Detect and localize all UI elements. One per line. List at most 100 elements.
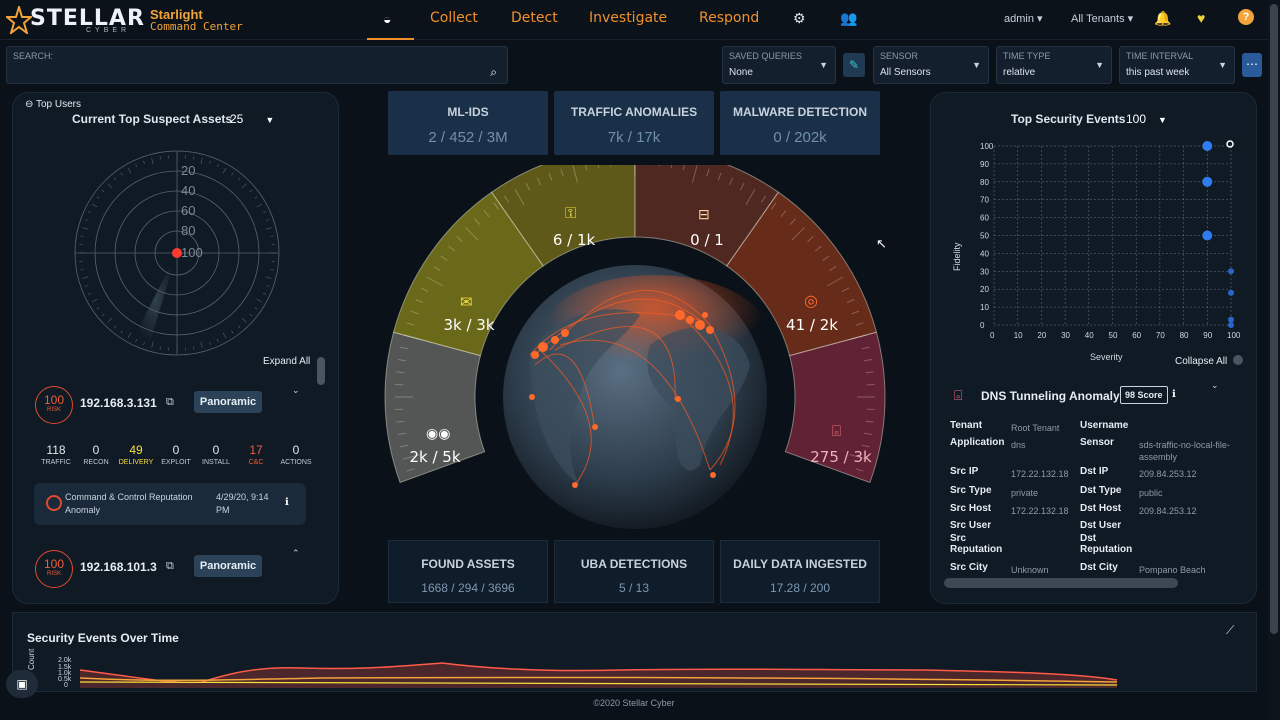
y-tick: 0	[64, 682, 68, 689]
detail-value: 209.84.253.12	[1139, 469, 1197, 479]
dashboard-nav[interactable]: ◒	[367, 0, 414, 40]
found-assets-card[interactable]: FOUND ASSETS 1668 / 294 / 3696	[388, 540, 548, 603]
detail-value: Pompano Beach	[1139, 565, 1206, 575]
stat-label: ACTIONS	[280, 459, 312, 466]
uba-detections-card[interactable]: UBA DETECTIONS 5 / 13	[554, 540, 714, 603]
scatter-point[interactable]	[1202, 176, 1213, 187]
radar-tick	[266, 285, 270, 287]
kill-chain-stat-recon[interactable]: 0 RECON	[76, 443, 116, 466]
count-select[interactable]: 100 ▼	[1126, 112, 1167, 126]
search-icon[interactable]: ⌕	[490, 65, 497, 80]
malware-detection-card[interactable]: MALWARE DETECTION 0 / 202k	[720, 91, 880, 155]
radar-tick	[241, 317, 247, 323]
stat-label: EXPLOIT	[161, 459, 191, 466]
horizontal-scrollbar[interactable]	[944, 578, 1178, 588]
kill-chain-stat-traffic[interactable]: 118 TRAFFIC	[36, 443, 76, 466]
info-icon[interactable]: ℹ	[1172, 389, 1176, 400]
kill-chain-stat-delivery[interactable]: 49 DELIVERY	[116, 443, 156, 466]
y-tick-label: 60	[980, 214, 989, 223]
scatter-point[interactable]	[1202, 141, 1213, 151]
radar-tick	[237, 177, 241, 181]
radar-tick	[209, 160, 211, 164]
radar-tick	[107, 317, 113, 323]
panoramic-button[interactable]: Panoramic	[194, 391, 262, 413]
y-axis-label: Fidelity	[952, 242, 962, 271]
detail-key: Dst IP	[1080, 466, 1109, 477]
time-type-label: TIME TYPE	[1003, 51, 1051, 61]
mouse-cursor: ↖	[876, 236, 887, 251]
y-tick-label: 10	[980, 303, 989, 312]
x-tick-label: 10	[1014, 331, 1023, 340]
kill-chain-stat-install[interactable]: 0 INSTALL	[196, 443, 236, 466]
radar-tick	[88, 211, 92, 214]
count-select[interactable]: 25 ▼	[230, 112, 274, 126]
y-axis-label: Count	[27, 648, 36, 670]
expand-all-link[interactable]: Expand All	[263, 356, 310, 367]
panel-scroll-handle[interactable]	[1233, 355, 1243, 365]
daily-data-ingested-card[interactable]: DAILY DATA INGESTED 17.28 / 200	[720, 540, 880, 603]
health-heart-icon[interactable]: ♥	[1197, 10, 1205, 26]
radar-tick	[107, 183, 113, 189]
copy-icon[interactable]: ⧉	[166, 396, 174, 409]
scatter-point[interactable]	[1228, 268, 1234, 275]
help-icon[interactable]: ?	[1238, 9, 1254, 25]
traffic-anomalies-card[interactable]: TRAFFIC ANOMALIES 7k / 17k	[554, 91, 714, 155]
search-bar[interactable]: SEARCH: ⌕	[6, 46, 508, 84]
nav-collect[interactable]: Collect	[430, 10, 478, 26]
scatter-point[interactable]	[1228, 316, 1234, 323]
asset-ip[interactable]: 192.168.101.3	[80, 560, 157, 574]
ml-ids-card[interactable]: ML-IDS 2 / 452 / 3M	[388, 91, 548, 155]
list-scrollbar[interactable]	[317, 357, 325, 385]
fingerprint-icon	[46, 495, 62, 511]
edit-query-button[interactable]: ✎	[843, 53, 865, 77]
chevron-down-icon[interactable]: ⌄	[1211, 380, 1219, 391]
settings-gear-icon[interactable]: ⚙	[793, 10, 806, 27]
radar-tick	[159, 346, 161, 350]
suspect-assets-panel: ⊖ Top Users Current Top Suspect Assets 2…	[12, 92, 339, 604]
saved-queries-select[interactable]: SAVED QUERIES None ▼	[722, 46, 836, 84]
sensor-select[interactable]: SENSOR All Sensors ▼	[873, 46, 989, 84]
caret-down-icon: ▼	[1158, 115, 1167, 125]
kill-chain-stat-exploit[interactable]: 0 EXPLOIT	[156, 443, 196, 466]
chevron-down-icon[interactable]: ⌄	[292, 385, 300, 396]
time-interval-select[interactable]: TIME INTERVAL this past week ▼	[1119, 46, 1235, 84]
alert-card[interactable]: Command & Control Reputation Anomaly 4/2…	[34, 483, 306, 525]
gauge-cnc-value: 41 / 2k	[786, 316, 838, 334]
copy-icon[interactable]: ⧉	[166, 560, 174, 573]
tenant-selector[interactable]: All Tenants ▾	[1071, 12, 1133, 25]
stat-count: 17	[249, 443, 263, 457]
user-menu[interactable]: admin ▾	[1004, 12, 1043, 25]
radar-tick	[222, 332, 227, 339]
panel-title: Top Security Events	[1011, 112, 1126, 126]
users-icon[interactable]: 👥	[840, 10, 857, 27]
radar-tick	[80, 235, 84, 237]
radar-tick	[231, 172, 234, 176]
collapse-all-link[interactable]: Collapse All	[1175, 356, 1227, 367]
scatter-point[interactable]	[1228, 322, 1234, 328]
chevron-up-icon[interactable]: ⌃	[292, 548, 300, 559]
top-users-toggle[interactable]: ⊖ Top Users	[25, 99, 81, 110]
asset-ip[interactable]: 192.168.3.131	[80, 396, 157, 410]
nav-detect[interactable]: Detect	[511, 10, 558, 26]
nav-respond[interactable]: Respond	[699, 10, 759, 26]
more-options-button[interactable]: ⋯	[1242, 53, 1262, 77]
nav-investigate[interactable]: Investigate	[589, 10, 667, 26]
radar-label-60: 60	[181, 203, 195, 218]
briefcase-button[interactable]: ▣	[6, 670, 38, 698]
panoramic-button[interactable]: Panoramic	[194, 555, 262, 577]
detail-key: Username	[1080, 420, 1129, 431]
scrollbar[interactable]	[1268, 0, 1280, 720]
kill-chain-stat-cnc[interactable]: 17 C&C	[236, 443, 276, 466]
scatter-point[interactable]	[1228, 289, 1234, 296]
notification-bell-icon[interactable]: 🔔	[1154, 10, 1171, 27]
search-label: SEARCH:	[13, 51, 54, 61]
radar-tick	[82, 227, 89, 230]
time-type-select[interactable]: TIME TYPE relative ▼	[996, 46, 1112, 84]
kill-chain-stat-actions[interactable]: 0 ACTIONS	[276, 443, 316, 466]
y-tick-label: 40	[980, 249, 989, 258]
scatter-point[interactable]	[1202, 230, 1213, 241]
detail-key: Src City	[950, 562, 988, 573]
info-icon[interactable]: ℹ	[285, 497, 289, 508]
radar-label-40: 40	[181, 183, 195, 198]
line-chart-icon[interactable]: ⟋	[1226, 623, 1234, 638]
